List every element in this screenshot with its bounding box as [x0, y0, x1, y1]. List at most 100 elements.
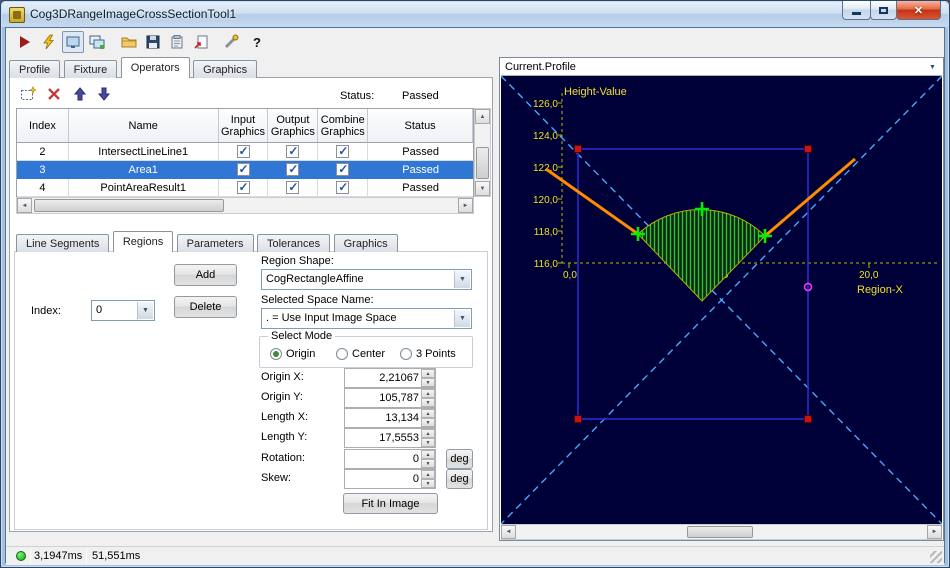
spin-down-icon[interactable]: ▼	[421, 459, 435, 468]
scrollbar-thumb[interactable]	[476, 147, 489, 179]
table-row[interactable]: 2 IntersectLineLine1 Passed	[17, 143, 473, 161]
spin-down-icon[interactable]: ▼	[421, 438, 435, 447]
input-graphics-checkbox[interactable]	[236, 144, 250, 158]
scrollbar-thumb[interactable]	[687, 526, 753, 538]
statusbar-divider	[30, 549, 31, 564]
column-header-combine-graphics[interactable]: Combine Graphics	[318, 109, 369, 143]
save-file-button[interactable]	[142, 31, 164, 53]
copy-results-button[interactable]	[166, 31, 188, 53]
output-graphics-checkbox[interactable]	[286, 144, 300, 158]
three-points-radio[interactable]	[400, 348, 412, 360]
column-header-index[interactable]: Index	[17, 109, 69, 143]
corner-handle[interactable]	[574, 145, 582, 153]
spin-up-icon[interactable]: ▲	[421, 369, 435, 378]
floppy-icon	[146, 35, 160, 49]
spin-up-icon[interactable]: ▲	[421, 429, 435, 438]
space-name-dropdown[interactable]: . = Use Input Image Space ▼	[261, 308, 472, 329]
scroll-left-button[interactable]: ◄	[501, 525, 516, 539]
origin-x-label: Origin X:	[261, 371, 304, 383]
column-header-input-graphics[interactable]: Input Graphics	[218, 109, 269, 143]
scroll-up-button[interactable]: ▲	[475, 109, 490, 124]
skew-input[interactable]	[345, 470, 421, 488]
spin-up-icon[interactable]: ▲	[421, 409, 435, 418]
rotation-input[interactable]	[345, 450, 421, 468]
run-button[interactable]	[14, 31, 36, 53]
help-button[interactable]: ?	[246, 31, 268, 53]
display-toggle-button[interactable]	[62, 31, 84, 53]
center-radio[interactable]	[336, 348, 348, 360]
corner-handle[interactable]	[804, 415, 812, 423]
scrollbar-thumb[interactable]	[34, 199, 224, 212]
scroll-left-button[interactable]: ◄	[17, 198, 32, 213]
close-button[interactable]: ✕	[896, 1, 941, 20]
tab-fixture[interactable]: Fixture	[63, 60, 118, 78]
title-bar[interactable]: Cog3DRangeImageCrossSectionTool1	[2, 2, 948, 27]
add-operator-button[interactable]	[18, 84, 38, 104]
tab-profile[interactable]: Profile	[9, 60, 61, 78]
tab-tolerances[interactable]: Tolerances	[256, 234, 331, 252]
origin-radio[interactable]	[270, 348, 282, 360]
spin-up-icon[interactable]: ▲	[421, 389, 435, 398]
skew-unit-button[interactable]: deg	[446, 469, 473, 489]
origin-y-input[interactable]	[345, 389, 421, 407]
combine-graphics-checkbox[interactable]	[336, 180, 350, 194]
spin-up-icon[interactable]: ▲	[421, 450, 435, 459]
move-up-button[interactable]	[70, 84, 90, 104]
output-graphics-checkbox[interactable]	[286, 162, 300, 176]
add-region-button[interactable]: Add	[174, 264, 237, 286]
spin-down-icon[interactable]: ▼	[421, 398, 435, 407]
minimize-button[interactable]	[842, 1, 871, 20]
spin-down-icon[interactable]: ▼	[421, 418, 435, 427]
probe-button[interactable]	[220, 31, 242, 53]
corner-handle[interactable]	[574, 415, 582, 423]
graphics-display-button[interactable]	[86, 31, 108, 53]
rotation-unit-button[interactable]: deg	[446, 449, 473, 469]
length-x-input[interactable]	[345, 409, 421, 427]
table-horizontal-scrollbar[interactable]: ◄ ►	[16, 197, 474, 214]
tab-line-segments[interactable]: Line Segments	[16, 234, 110, 252]
input-graphics-checkbox[interactable]	[236, 162, 250, 176]
column-header-output-graphics[interactable]: Output Graphics	[268, 109, 319, 143]
corner-handle[interactable]	[804, 145, 812, 153]
combine-graphics-checkbox[interactable]	[336, 162, 350, 176]
tab-parameters[interactable]: Parameters	[176, 234, 254, 252]
input-graphics-checkbox[interactable]	[236, 180, 250, 194]
spin-up-icon[interactable]: ▲	[421, 470, 435, 479]
maximize-button[interactable]	[870, 1, 897, 20]
region-shape-dropdown[interactable]: CogRectangleAffine ▼	[261, 269, 472, 290]
cell-index: 2	[17, 143, 69, 161]
resize-grip[interactable]	[930, 551, 942, 563]
tab-operators[interactable]: Operators	[120, 57, 190, 78]
spin-down-icon[interactable]: ▼	[421, 378, 435, 387]
move-down-button[interactable]	[94, 84, 114, 104]
select-mode-label: Select Mode	[268, 330, 336, 342]
spin-down-icon[interactable]: ▼	[421, 479, 435, 488]
x-axis-title: Region-X	[857, 284, 904, 296]
tab-graphics-sub[interactable]: Graphics	[333, 234, 398, 252]
table-row[interactable]: 4 PointAreaResult1 Passed	[17, 179, 473, 197]
output-graphics-checkbox[interactable]	[286, 180, 300, 194]
center-radio-label: Center	[352, 348, 386, 360]
scroll-down-button[interactable]: ▼	[475, 181, 490, 196]
origin-x-input[interactable]	[345, 369, 421, 387]
fit-in-image-button[interactable]: Fit In Image	[343, 493, 438, 514]
import-button[interactable]	[190, 31, 212, 53]
scroll-right-button[interactable]: ►	[927, 525, 942, 539]
delete-operator-button[interactable]	[44, 84, 64, 104]
profile-selector-dropdown[interactable]: Current.Profile ▼	[501, 59, 942, 76]
column-header-name[interactable]: Name	[68, 109, 219, 143]
length-y-input[interactable]	[345, 429, 421, 447]
tab-regions[interactable]: Regions	[112, 231, 174, 252]
open-file-button[interactable]	[118, 31, 140, 53]
region-index-dropdown[interactable]: 0 ▼	[91, 300, 155, 321]
profile-plot[interactable]: Height-Value 126,0 124,0 122,0 120,0 118…	[501, 76, 942, 524]
table-row-selected[interactable]: 3 Area1 Passed	[17, 161, 473, 179]
trigger-button[interactable]	[38, 31, 60, 53]
column-header-status[interactable]: Status	[368, 109, 473, 143]
combine-graphics-checkbox[interactable]	[336, 144, 350, 158]
scroll-right-button[interactable]: ►	[458, 198, 473, 213]
table-vertical-scrollbar[interactable]: ▲ ▼	[474, 108, 491, 197]
plot-horizontal-scrollbar[interactable]: ◄ ►	[501, 524, 942, 540]
tab-graphics[interactable]: Graphics	[193, 60, 258, 78]
delete-region-button[interactable]: Delete	[174, 296, 237, 318]
